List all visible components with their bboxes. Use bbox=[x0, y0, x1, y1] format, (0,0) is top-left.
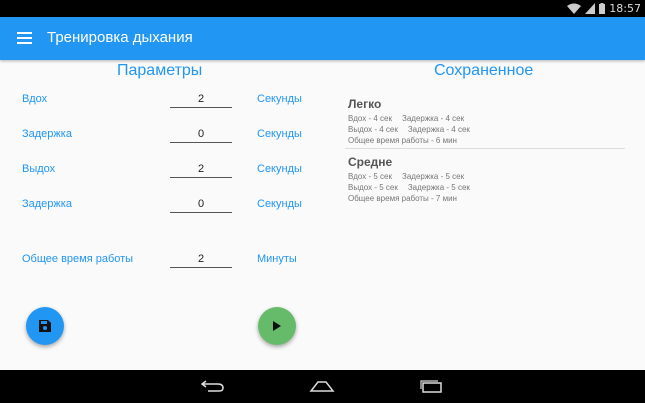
preset-easy[interactable]: Легко Вдох - 4 сек Задержка - 4 сек Выдох… bbox=[348, 97, 624, 146]
home-icon[interactable] bbox=[307, 376, 337, 396]
app-bar: Тренировка дыхания bbox=[0, 17, 645, 60]
saved-title: Сохраненное bbox=[434, 62, 534, 79]
preset-line: Вдох - 5 сек Задержка - 5 сек bbox=[348, 171, 624, 182]
total-time-label: Общее время работы bbox=[22, 253, 134, 265]
app-title: Тренировка дыхания bbox=[47, 29, 193, 46]
preset-line: Вдох - 4 сек Задержка - 4 сек bbox=[348, 113, 624, 124]
back-icon[interactable] bbox=[198, 376, 228, 396]
status-icons: 18:57 bbox=[567, 1, 641, 16]
preset-hold1: Задержка - 4 сек bbox=[402, 114, 465, 123]
status-bar: 18:57 bbox=[0, 0, 645, 17]
preset-inhale: Вдох - 4 сек bbox=[348, 114, 393, 123]
floppy-disk-icon bbox=[39, 320, 51, 332]
preset-hold2: Задержка - 4 сек bbox=[407, 125, 470, 134]
recent-apps-icon[interactable] bbox=[416, 376, 446, 396]
preset-total: Общее время работы - 6 мин bbox=[348, 136, 457, 145]
hold-after-inhale-label: Задержка bbox=[22, 128, 72, 140]
hold-after-exhale-unit: Секунды bbox=[257, 198, 302, 210]
preset-medium[interactable]: Средне Вдох - 5 сек Задержка - 5 сек Выдо… bbox=[348, 155, 624, 204]
hold-after-inhale-unit: Секунды bbox=[257, 128, 302, 140]
preset-exhale: Выдох - 4 сек bbox=[348, 125, 398, 134]
exhale-label: Выдох bbox=[22, 163, 56, 175]
inhale-input[interactable] bbox=[170, 90, 232, 108]
hold-after-exhale-input[interactable] bbox=[170, 195, 232, 213]
hold-after-exhale-label: Задержка bbox=[22, 198, 72, 210]
play-icon bbox=[273, 321, 281, 331]
hold-after-inhale-input[interactable] bbox=[170, 125, 232, 143]
inhale-unit: Секунды bbox=[257, 93, 302, 105]
preset-hold2: Задержка - 5 сек bbox=[407, 183, 470, 192]
preset-name: Средне bbox=[348, 155, 393, 169]
preset-hold1: Задержка - 5 сек bbox=[402, 172, 465, 181]
exhale-unit: Секунды bbox=[257, 163, 302, 175]
preset-exhale: Выдох - 5 сек bbox=[348, 183, 398, 192]
preset-name: Легко bbox=[348, 97, 382, 111]
navigation-bar bbox=[0, 370, 645, 403]
preset-total: Общее время работы - 7 мин bbox=[348, 194, 457, 203]
cellular-icon bbox=[585, 3, 596, 14]
exhale-input[interactable] bbox=[170, 160, 232, 178]
parameters-title: Параметры bbox=[117, 62, 203, 79]
status-time: 18:57 bbox=[609, 2, 641, 15]
total-time-input[interactable] bbox=[170, 250, 232, 268]
preset-line: Выдох - 5 сек Задержка - 5 сек bbox=[348, 182, 624, 193]
battery-icon bbox=[599, 3, 606, 14]
inhale-label: Вдох bbox=[22, 93, 48, 105]
preset-line: Выдох - 4 сек Задержка - 4 сек bbox=[348, 124, 624, 135]
hamburger-icon[interactable] bbox=[17, 32, 32, 44]
preset-inhale: Вдох - 5 сек bbox=[348, 172, 393, 181]
play-button[interactable] bbox=[258, 307, 296, 345]
divider bbox=[345, 148, 625, 149]
total-time-unit: Минуты bbox=[257, 253, 297, 265]
wifi-icon bbox=[567, 3, 582, 14]
save-button[interactable] bbox=[26, 307, 64, 345]
